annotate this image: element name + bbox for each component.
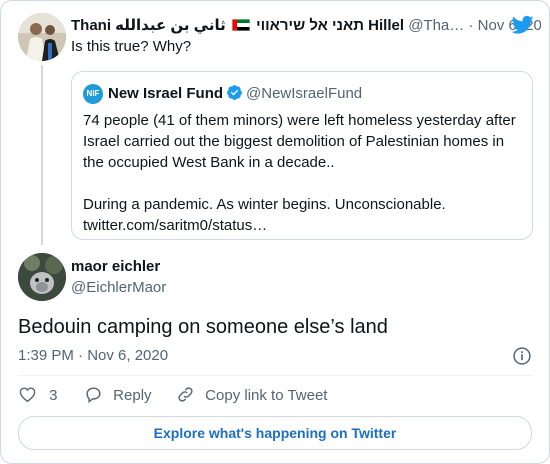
- reply-author-name[interactable]: maor eichler: [71, 257, 160, 277]
- explore-twitter-button[interactable]: Explore what's happening on Twitter: [18, 416, 532, 450]
- verified-badge-icon: [227, 85, 242, 100]
- parent-header: Thani תאני אל שיראווי ثاني بن عبدالله Hi…: [71, 15, 541, 37]
- quoted-tweet[interactable]: NIF New Israel Fund @NewIsraelFund 74 pe…: [71, 71, 533, 240]
- quoted-avatar: NIF: [83, 84, 103, 104]
- parent-author-handle[interactable]: @Tha…: [408, 17, 464, 34]
- quoted-header: New Israel Fund @NewIsraelFund: [108, 83, 362, 105]
- copy-link-label: Copy link to Tweet: [205, 387, 328, 404]
- reply-icon: [86, 387, 101, 404]
- twitter-bird-icon[interactable]: [512, 15, 534, 35]
- reply-avatar[interactable]: [18, 253, 66, 301]
- quoted-link[interactable]: twitter.com/saritm0/status…: [83, 215, 523, 236]
- uae-flag-icon: [231, 19, 250, 31]
- embedded-tweet-card: Thani תאני אל שיראווי ثاني بن عبدالله Hi…: [0, 0, 550, 464]
- info-icon[interactable]: [512, 346, 532, 366]
- reply-timestamp[interactable]: 1:39 PM · Nov 6, 2020: [18, 346, 168, 366]
- quoted-author-handle: @NewIsraelFund: [246, 85, 363, 102]
- link-icon: [178, 387, 193, 402]
- quoted-line: Israel carried out the biggest demolitio…: [83, 133, 505, 150]
- like-button[interactable]: 3: [18, 385, 58, 407]
- reply-tweet-text: Bedouin camping on someone else’s land: [18, 316, 388, 338]
- quoted-tweet-text: 74 people (41 of them minors) were left …: [83, 110, 523, 236]
- separator-dot: ·: [468, 17, 474, 34]
- divider: [18, 375, 532, 376]
- quoted-line: 74 people (41 of them minors) were left …: [83, 112, 516, 129]
- copy-link-button[interactable]: Copy link to Tweet: [176, 385, 327, 407]
- reply-label: Reply: [113, 387, 152, 404]
- parent-tweet-text: Is this true? Why?: [71, 38, 192, 55]
- quoted-blank-line: [83, 173, 523, 194]
- thread-line: [41, 65, 43, 245]
- like-count: 3: [49, 387, 58, 404]
- quoted-author-name: New Israel Fund: [108, 85, 224, 102]
- quoted-line: the occupied West Bank in a decade..: [83, 154, 335, 171]
- reply-author-handle[interactable]: @EichlerMaor: [71, 278, 166, 298]
- reply-button[interactable]: Reply: [84, 385, 152, 407]
- quoted-line: During a pandemic. As winter begins. Unc…: [83, 196, 446, 213]
- heart-icon: [19, 387, 36, 403]
- parent-avatar[interactable]: [18, 13, 66, 61]
